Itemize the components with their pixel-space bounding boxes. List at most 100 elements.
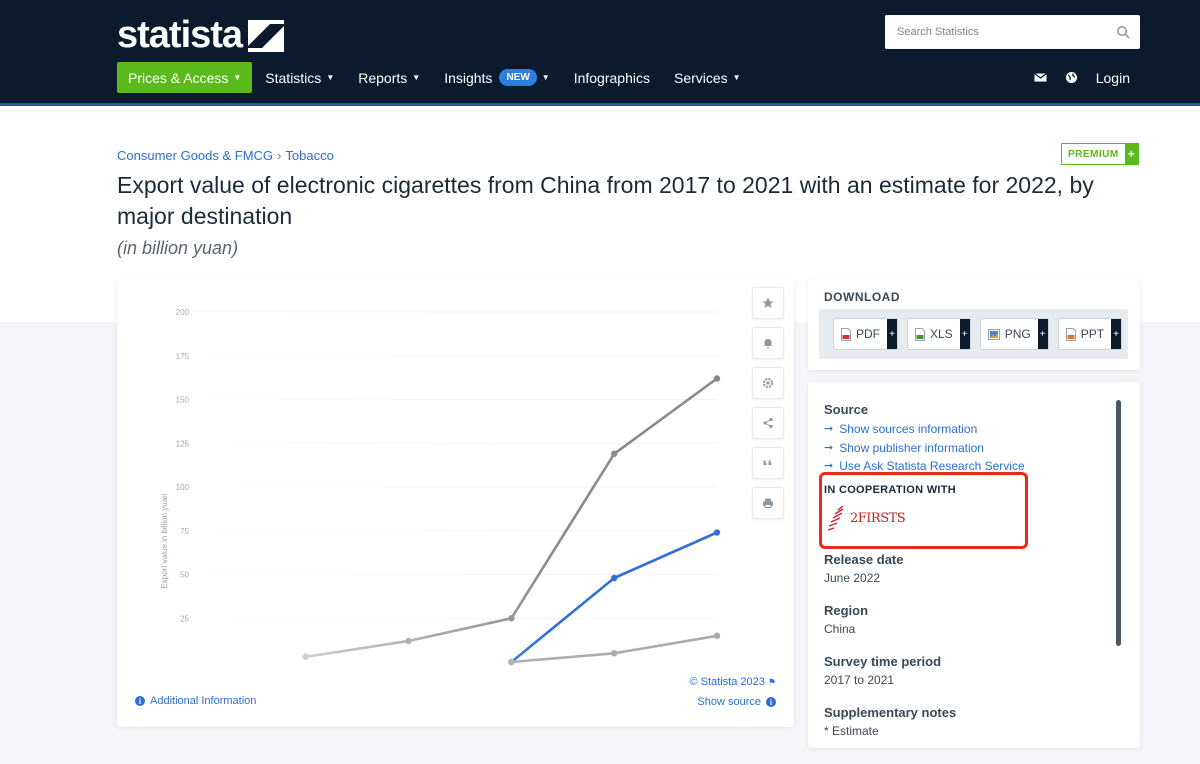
download-pdf-button[interactable]: PDF +: [833, 318, 898, 350]
data-point[interactable]: [713, 632, 721, 639]
nav-reports[interactable]: Reports ▼: [346, 62, 432, 93]
nav-services[interactable]: Services ▼: [662, 62, 753, 93]
nav-insights[interactable]: Insights NEW ▼: [432, 62, 562, 93]
download-label: XLS: [908, 319, 960, 349]
cite-button[interactable]: [752, 447, 784, 479]
nav-prices-access[interactable]: Prices & Access ▼: [117, 62, 253, 93]
search-box: [885, 15, 1140, 49]
page-title: Export value of electronic cigarettes fr…: [117, 172, 1094, 229]
png-file-icon: [987, 328, 1000, 340]
share-icon: [763, 417, 773, 429]
premium-badge[interactable]: PREMIUM +: [1061, 143, 1139, 165]
y-tick-label: 25: [180, 614, 189, 623]
search-icon[interactable]: [1116, 25, 1130, 39]
format-label: PNG: [1004, 327, 1031, 341]
show-publisher-link[interactable]: ➞ Show publisher information: [824, 439, 1109, 458]
chart-card: Export value in billion yuan 200 175 150 12…: [117, 279, 794, 727]
data-point[interactable]: [713, 529, 721, 536]
statista-copyright[interactable]: © Statista 2023 ⚑: [689, 676, 776, 688]
globe-icon[interactable]: [1065, 71, 1078, 84]
plus-icon: +: [1124, 143, 1138, 165]
scrollbar[interactable]: [1116, 400, 1121, 646]
nav-label: Infographics: [573, 69, 650, 86]
chevron-down-icon: ▼: [412, 73, 421, 82]
download-card: DOWNLOAD PDF + XLS + PNG + PPT +: [808, 279, 1140, 370]
main-nav: Prices & Access ▼ Statistics ▼ Reports ▼…: [117, 62, 753, 93]
logo-text: statista: [117, 14, 243, 56]
info-icon: i: [766, 697, 776, 707]
link-label: Show sources information: [839, 422, 978, 436]
download-png-button[interactable]: PNG +: [979, 318, 1049, 350]
supplementary-notes-value: * Estimate: [824, 723, 879, 738]
release-date-value: June 2022: [824, 570, 881, 585]
survey-period-value: 2017 to 2021: [824, 672, 895, 687]
nav-infographics[interactable]: Infographics: [562, 62, 662, 93]
premium-label: PREMIUM: [1068, 148, 1119, 160]
source-heading: Source: [824, 402, 869, 417]
page-subtitle: (in billion yuan): [117, 238, 239, 258]
additional-information-label: Additional Information: [150, 695, 257, 707]
arrow-right-icon: ➞: [824, 423, 834, 435]
release-date-block: Release date June 2022: [824, 552, 1109, 585]
format-label: XLS: [930, 327, 953, 341]
y-tick-label: 200: [176, 308, 190, 317]
download-ppt-button[interactable]: PPT +: [1057, 318, 1123, 350]
search-input[interactable]: [897, 26, 1116, 38]
y-axis-label: Export value in billion yuan: [160, 493, 169, 588]
breadcrumb: Consumer Goods & FMCG › Tobacco: [117, 148, 334, 163]
y-tick-label: 175: [176, 352, 190, 361]
printer-icon: [763, 498, 773, 508]
download-label: PDF: [834, 319, 887, 349]
star-icon: [762, 297, 774, 308]
copyright-text: © Statista 2023: [689, 676, 765, 688]
show-source-link[interactable]: Show source i: [697, 696, 776, 708]
y-tick-label: 75: [180, 527, 189, 536]
region-block: Region China: [824, 603, 1109, 636]
top-header: statista Prices & Access ▼ Statistics ▼ …: [0, 0, 1200, 106]
plus-icon: +: [1111, 319, 1122, 349]
statista-logo-icon: [248, 19, 285, 52]
download-xls-button[interactable]: XLS +: [907, 318, 971, 350]
breadcrumb-item[interactable]: Consumer Goods & FMCG: [117, 148, 273, 163]
plus-icon: +: [1037, 319, 1048, 349]
favorite-button[interactable]: [752, 287, 784, 319]
supplementary-notes-heading: Supplementary notes: [824, 704, 957, 720]
chart-toolbar: [752, 287, 784, 519]
show-source-label: Show source: [697, 696, 761, 708]
plus-icon: +: [887, 319, 897, 349]
source-card: Source ➞ Show sources information ➞ Show…: [808, 382, 1140, 748]
nav-label: Prices & Access: [128, 69, 229, 86]
nav-label: Statistics: [265, 69, 322, 86]
pdf-file-icon: [841, 327, 851, 341]
data-point[interactable]: [713, 375, 721, 382]
info-icon: i: [135, 696, 145, 706]
show-sources-link[interactable]: ➞ Show sources information: [824, 420, 1109, 439]
xls-file-icon: [915, 327, 925, 341]
nav-statistics[interactable]: Statistics ▼: [253, 62, 346, 93]
y-tick-label: 125: [176, 439, 190, 448]
nav-label: Services: [673, 69, 728, 86]
notification-button[interactable]: [752, 327, 784, 359]
ppt-file-icon: [1065, 327, 1076, 341]
print-button[interactable]: [752, 487, 784, 519]
nav-right: Login: [1033, 62, 1130, 93]
quote-icon: [763, 460, 772, 465]
breadcrumb-separator: ›: [277, 148, 282, 163]
login-link[interactable]: Login: [1096, 70, 1130, 86]
flag-icon: ⚑: [767, 677, 776, 687]
settings-button[interactable]: [752, 367, 784, 399]
region-value: China: [824, 621, 856, 636]
y-tick-label: 150: [176, 396, 190, 405]
mail-icon[interactable]: [1033, 71, 1047, 84]
plus-icon: +: [959, 319, 970, 349]
share-button[interactable]: [752, 407, 784, 439]
new-badge: NEW: [499, 69, 537, 86]
additional-information-link[interactable]: i Additional Information: [135, 695, 256, 707]
statista-logo[interactable]: statista: [117, 14, 285, 57]
arrow-right-icon: ➞: [824, 441, 834, 454]
breadcrumb-item[interactable]: Tobacco: [285, 148, 333, 163]
chevron-down-icon: ▼: [326, 73, 335, 82]
download-label: PNG: [981, 319, 1038, 349]
release-date-heading: Release date: [824, 551, 904, 567]
bell-icon: [764, 339, 772, 349]
